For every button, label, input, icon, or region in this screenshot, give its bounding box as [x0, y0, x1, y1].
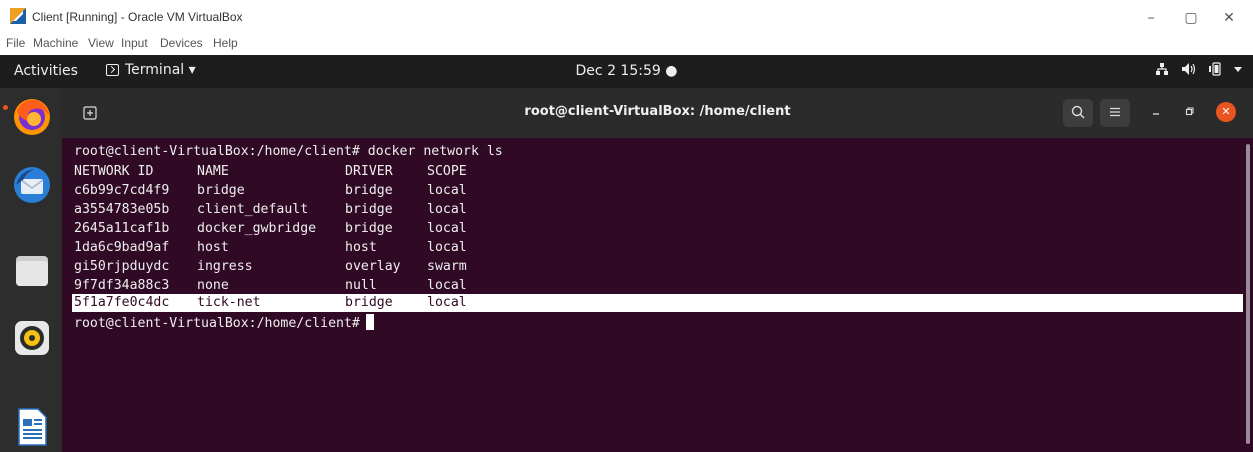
close-icon: ✕	[1221, 105, 1231, 118]
chevron-down-icon	[1234, 67, 1242, 72]
search-button[interactable]	[1063, 99, 1093, 127]
menu-help[interactable]: Help	[213, 36, 238, 50]
network-name: none	[197, 278, 229, 293]
shell-prompt: root@client-VirtualBox:/home/client#	[74, 316, 360, 331]
hamburger-menu-button[interactable]	[1100, 99, 1130, 127]
network-id: a3554783e05b	[74, 202, 170, 217]
network-id: gi50rjpduydc	[74, 259, 170, 274]
network-id: 9f7df34a88c3	[74, 278, 170, 293]
terminal-headerbar: root@client-VirtualBox: /home/client ✕	[62, 88, 1253, 138]
virtualbox-logo-icon	[10, 8, 26, 24]
network-scope: local	[427, 278, 467, 293]
command-line: root@client-VirtualBox:/home/client# doc…	[74, 144, 503, 159]
gnome-top-bar: Activities Terminal ▾ Dec 2 15:59 ●	[0, 55, 1253, 88]
maximize-icon	[1185, 107, 1194, 116]
network-name: docker_gwbridge	[197, 221, 317, 236]
rhythmbox-icon[interactable]	[12, 318, 52, 358]
minimize-icon	[1153, 113, 1159, 115]
menu-file[interactable]: File	[6, 36, 25, 50]
active-app-indicator	[3, 105, 8, 110]
text-cursor	[365, 314, 374, 330]
network-scope: local	[427, 295, 467, 310]
network-driver: bridge	[345, 295, 393, 310]
terminal-window[interactable]: root@client-VirtualBox: /home/client ✕ r…	[62, 88, 1253, 452]
network-name: host	[197, 240, 229, 255]
menu-input[interactable]: Input	[121, 36, 148, 50]
selected-table-row[interactable]: 5f1a7fe0c4dc tick-net bridge local	[72, 294, 1243, 312]
network-driver: overlay	[345, 259, 401, 274]
network-scope: local	[427, 221, 467, 236]
terminal-close-button[interactable]: ✕	[1216, 102, 1236, 122]
table-row: 2645a11caf1b docker_gwbridge bridge loca…	[74, 220, 1234, 238]
network-name: bridge	[197, 183, 245, 198]
network-scope: local	[427, 240, 467, 255]
network-id: 5f1a7fe0c4dc	[74, 295, 170, 310]
table-row: 9f7df34a88c3 none null local	[74, 277, 1234, 295]
search-icon	[1071, 105, 1085, 119]
terminal-maximize-button[interactable]	[1178, 102, 1200, 124]
network-id: 2645a11caf1b	[74, 221, 170, 236]
network-name: client_default	[197, 202, 309, 217]
table-row: 1da6c9bad9af host host local	[74, 239, 1234, 257]
network-id: 1da6c9bad9af	[74, 240, 170, 255]
network-driver: bridge	[345, 221, 393, 236]
network-name: ingress	[197, 259, 253, 274]
battery-icon	[1209, 62, 1221, 76]
minimize-button[interactable]: –	[1136, 6, 1166, 30]
network-id: c6b99c7cd4f9	[74, 183, 170, 198]
table-row: gi50rjpduydc ingress overlay swarm	[74, 258, 1234, 276]
header-name: NAME	[197, 164, 229, 179]
header-scope: SCOPE	[427, 164, 467, 179]
system-tray[interactable]	[1155, 62, 1243, 76]
header-network-id: NETWORK ID	[74, 164, 154, 179]
network-scope: local	[427, 183, 467, 198]
menu-machine[interactable]: Machine	[33, 36, 78, 50]
header-driver: DRIVER	[345, 164, 393, 179]
libreoffice-writer-icon[interactable]	[12, 407, 52, 447]
clock[interactable]: Dec 2 15:59 ●	[0, 63, 1253, 79]
network-driver: bridge	[345, 183, 393, 198]
menu-view[interactable]: View	[88, 36, 114, 50]
network-driver: host	[345, 240, 377, 255]
terminal-scrollbar[interactable]	[1246, 144, 1250, 444]
window-title: Client [Running] - Oracle VM VirtualBox	[32, 10, 243, 24]
virtualbox-menubar: File Machine View Input Devices Help	[0, 36, 1253, 55]
restore-button[interactable]: ▢	[1176, 6, 1206, 30]
menu-devices[interactable]: Devices	[160, 36, 203, 50]
firefox-icon[interactable]	[12, 97, 52, 137]
prompt-line[interactable]: root@client-VirtualBox:/home/client#	[74, 314, 374, 332]
network-driver: bridge	[345, 202, 393, 217]
network-driver: null	[345, 278, 377, 293]
terminal-output[interactable]: root@client-VirtualBox:/home/client# doc…	[62, 138, 1253, 452]
network-icon	[1156, 63, 1168, 75]
network-scope: swarm	[427, 259, 467, 274]
network-scope: local	[427, 202, 467, 217]
volume-icon	[1182, 63, 1196, 75]
terminal-minimize-button[interactable]	[1145, 102, 1167, 124]
table-header-row: NETWORK ID NAME DRIVER SCOPE	[74, 163, 1234, 181]
thunderbird-icon[interactable]	[12, 165, 52, 205]
close-window-button[interactable]: ✕	[1214, 6, 1244, 30]
hamburger-menu-icon	[1110, 107, 1120, 117]
table-row: c6b99c7cd4f9 bridge bridge local	[74, 182, 1234, 200]
table-row: a3554783e05b client_default bridge local	[74, 201, 1234, 219]
ubuntu-dock	[0, 88, 62, 452]
network-name: tick-net	[197, 295, 261, 310]
virtualbox-titlebar: Client [Running] - Oracle VM VirtualBox …	[0, 0, 1253, 36]
files-icon[interactable]	[12, 251, 52, 291]
